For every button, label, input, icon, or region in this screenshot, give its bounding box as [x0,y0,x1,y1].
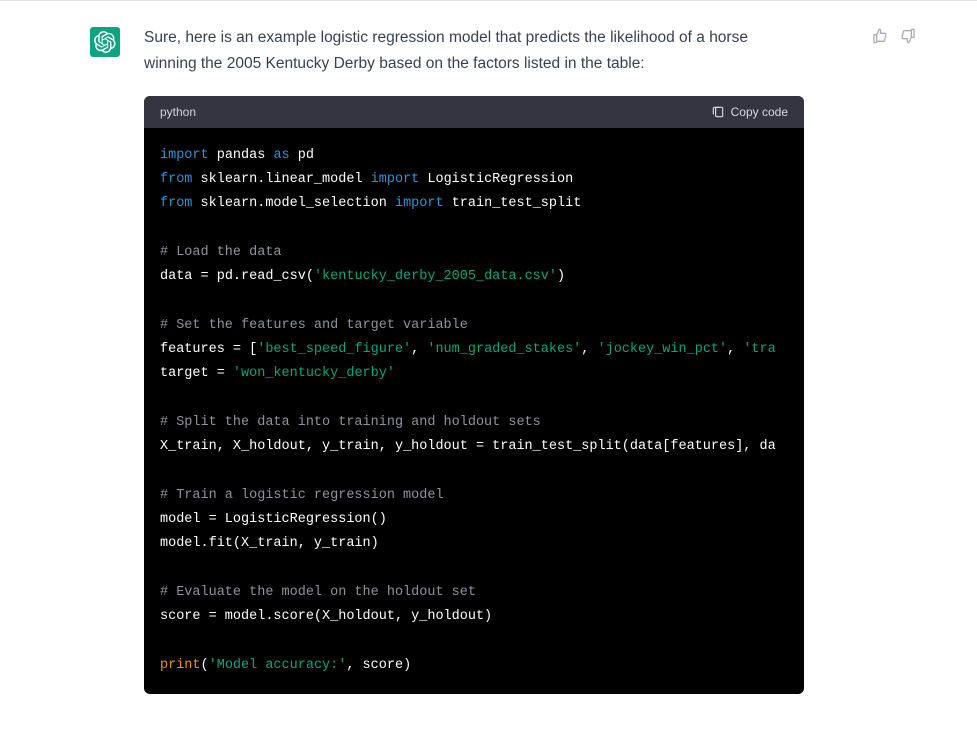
openai-logo-icon [94,31,116,53]
feedback-controls [871,27,917,45]
thumbs-up-button[interactable] [871,27,889,45]
code-header: python Copy code [144,96,804,128]
thumbs-down-button[interactable] [899,27,917,45]
thumbs-down-icon [900,28,916,44]
copy-code-button[interactable]: Copy code [711,105,788,119]
message-content: Sure, here is an example logistic regres… [144,25,847,694]
code-block: python Copy code import pandas as pd fro… [144,96,804,695]
copy-code-label: Copy code [731,105,788,119]
code-language-label: python [160,105,196,119]
code-content[interactable]: import pandas as pd from sklearn.linear_… [144,128,804,695]
assistant-avatar [90,27,120,57]
thumbs-up-icon [872,28,888,44]
assistant-message: Sure, here is an example logistic regres… [0,1,977,718]
clipboard-icon [711,105,725,119]
intro-text: Sure, here is an example logistic regres… [144,25,784,78]
